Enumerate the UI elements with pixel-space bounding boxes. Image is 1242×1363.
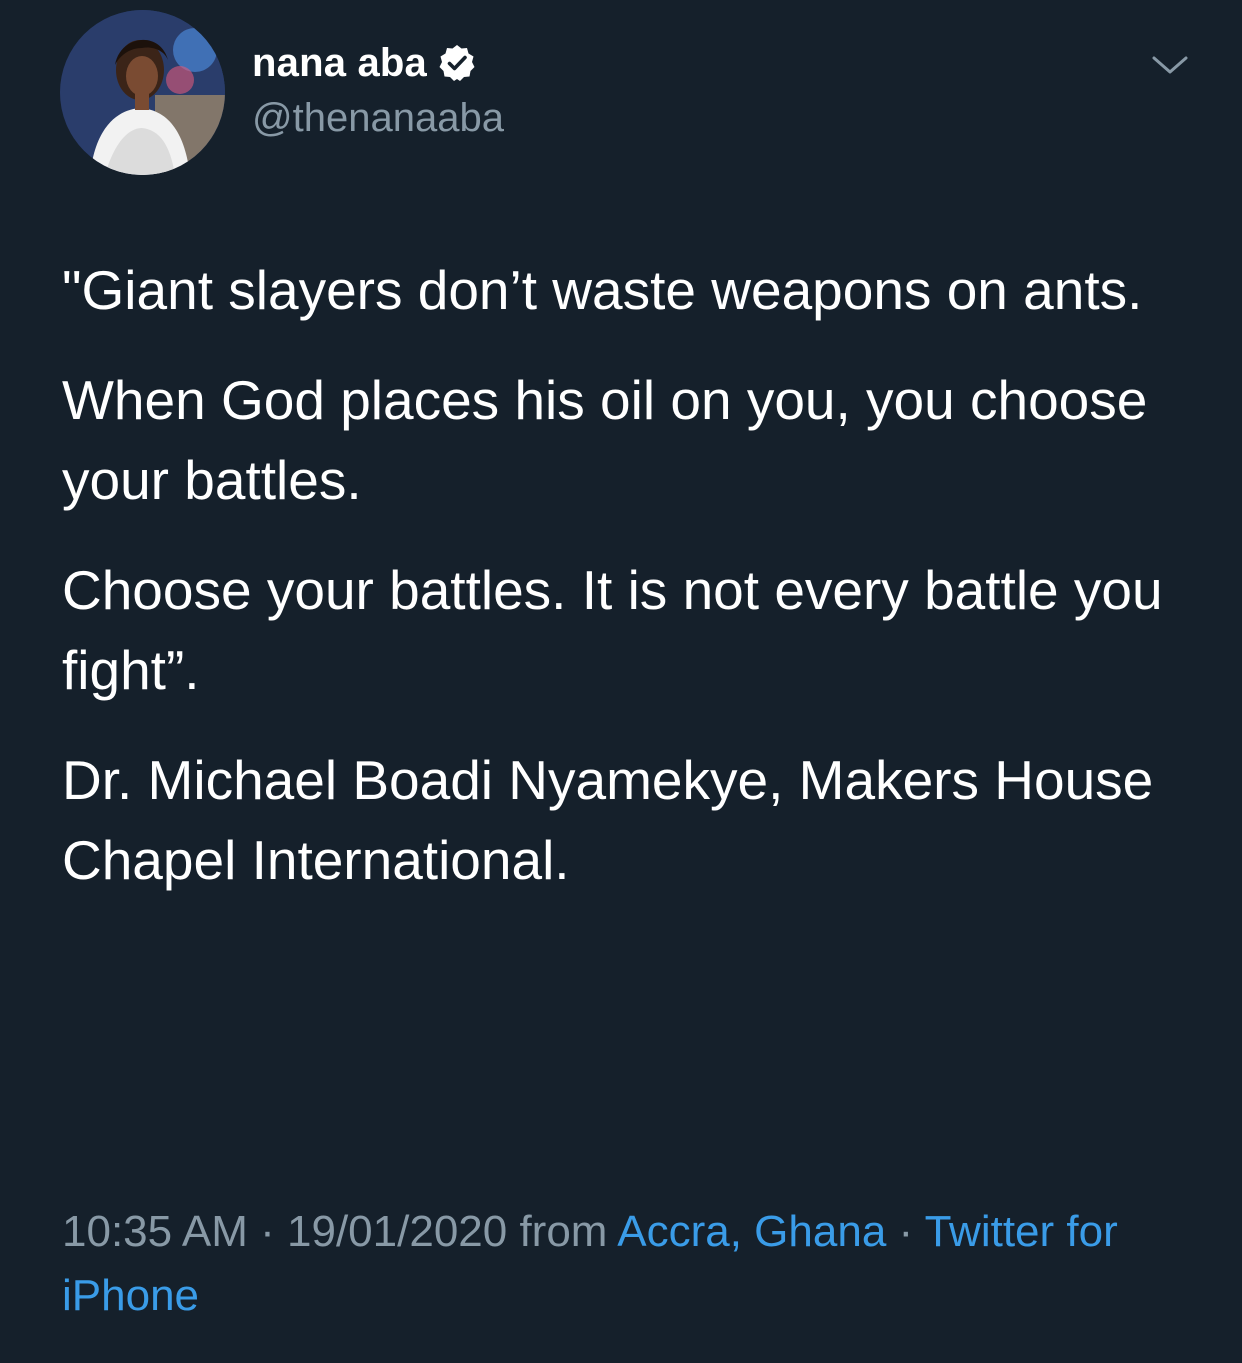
chevron-down-icon[interactable] [1150,50,1190,80]
location-link[interactable]: Accra, Ghana [617,1207,886,1256]
tweet-paragraph: Choose your battles. It is not every bat… [62,559,1163,701]
tweet-date[interactable]: 19/01/2020 [287,1207,507,1256]
tweet-paragraph: Dr. Michael Boadi Nyamekye, Makers House… [62,749,1154,891]
from-label: from [507,1207,618,1256]
verified-badge-icon [437,43,477,83]
tweet-time[interactable]: 10:35 AM [62,1207,248,1256]
tweet-meta: 10:35 AM · 19/01/2020 from Accra, Ghana … [62,1200,1212,1328]
meta-separator-2: · [886,1207,925,1256]
tweet-paragraph: "Giant slayers don’t waste weapons on an… [62,259,1143,321]
avatar[interactable] [60,10,225,175]
meta-separator: · [247,1207,288,1256]
tweet-text: "Giant slayers don’t waste weapons on an… [62,250,1212,930]
avatar-image [60,10,225,175]
name-row[interactable]: nana aba [252,38,477,88]
tweet-card: nana aba @thenanaaba "Giant slayers don’… [0,0,1242,1363]
display-name[interactable]: nana aba [252,41,427,86]
tweet-paragraph: When God places his oil on you, you choo… [62,369,1148,511]
user-handle[interactable]: @thenanaaba [252,96,504,141]
